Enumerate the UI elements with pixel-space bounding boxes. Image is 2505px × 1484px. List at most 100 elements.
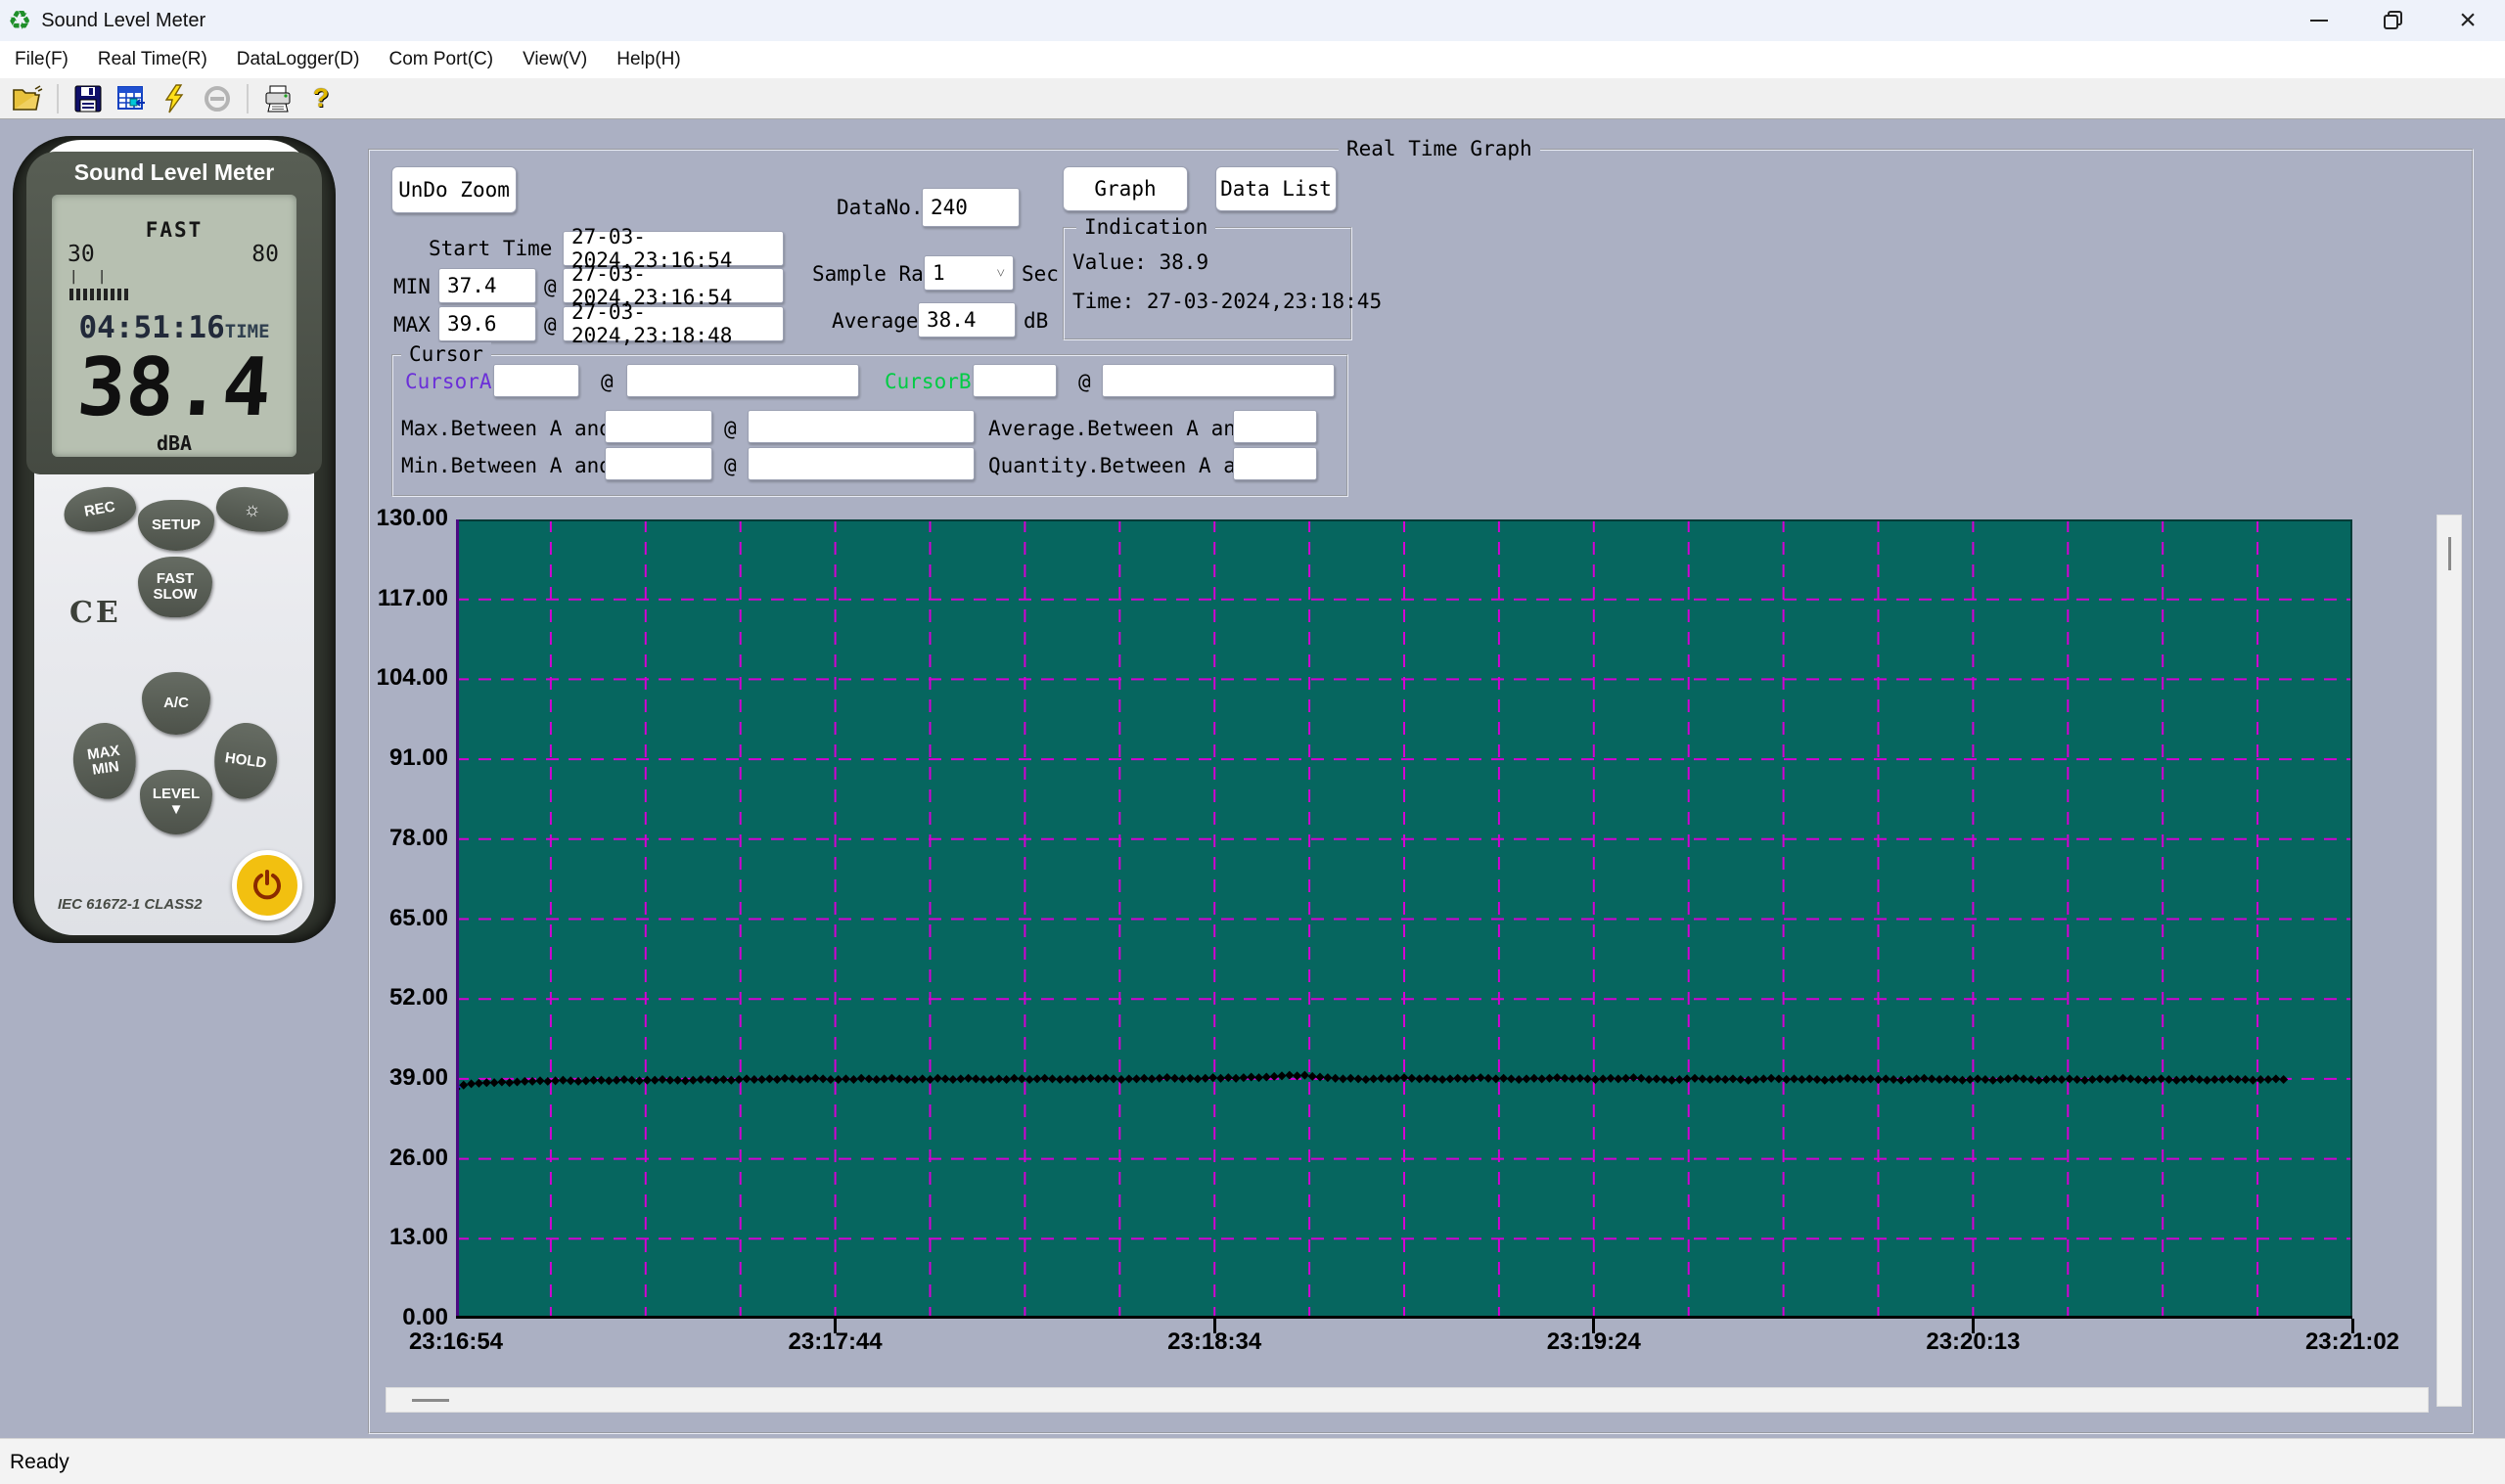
menu-help[interactable]: Help(H) [602,49,695,70]
close-icon: × [2459,6,2477,35]
indication-value-label: Value: 38.9 [1072,250,1208,274]
chevron-down-icon: ˅ [997,264,1005,283]
x-axis-tick [834,1319,837,1333]
cursor-a-label: CursorA [405,370,492,393]
minimize-button[interactable] [2282,0,2356,41]
print-button[interactable] [260,82,296,115]
stop-button-disabled [200,82,235,115]
realtime-plot[interactable] [456,519,2352,1319]
realtime-connect-button[interactable] [157,82,192,115]
lcd-scale-high: 80 [251,242,279,267]
ce-mark: CE [69,596,121,630]
max-time-field[interactable]: 27-03-2024,23:18:48 [563,306,784,341]
printer-icon [263,85,293,112]
graph-button[interactable]: Graph [1063,166,1188,211]
y-tick-label: 78.00 [339,825,448,852]
sample-rate-select[interactable]: 1˅ [924,255,1014,291]
cursor-a-at: @ [601,370,614,393]
panel-title: Real Time Graph [1339,137,1540,160]
indication-time: 27-03-2024,23:18:45 [1147,290,1382,313]
indication-title: Indication [1076,215,1215,239]
app-logo-icon: ♻ [8,8,31,34]
menu-real-time[interactable]: Real Time(R) [83,49,222,70]
lcd-clock-label: TIME [225,321,270,342]
device-standard-label: IEC 61672-1 CLASS2 [58,896,203,913]
statusbar: Ready [0,1438,2505,1484]
qty-between-value-field[interactable] [1233,447,1317,480]
cursor-a-time-field[interactable] [626,364,859,397]
indication-time-label: Time: 27-03-2024,23:18:45 [1072,290,1382,313]
max-value-field[interactable]: 39.6 [438,306,536,341]
avg-between-value-field[interactable] [1233,410,1317,443]
min-label: MIN [393,275,431,298]
min-time-field[interactable]: 27-03-2024,23:16:54 [563,268,784,303]
device-screen-bezel: Sound Level Meter FAST 30 80 | | 04:51:1… [26,152,322,474]
menu-file[interactable]: File(F) [0,49,83,70]
start-time-field[interactable]: 27-03-2024,23:16:54 [563,231,784,266]
min-value-field[interactable]: 37.4 [438,268,536,303]
menu-view[interactable]: View(V) [508,49,602,70]
help-button[interactable]: ? [303,82,339,115]
lcd-reading: 38.4 [49,341,300,434]
average-label: Average [832,309,919,333]
data-no-field[interactable]: 240 [922,188,1020,227]
x-axis-tick [2351,1319,2354,1333]
open-button[interactable] [10,82,45,115]
open-folder-icon [12,85,43,112]
device-brand: Sound Level Meter [26,159,322,186]
data-list-button[interactable]: Data List [1215,166,1337,211]
menu-datalogger[interactable]: DataLogger(D) [222,49,375,70]
h-scroll-thumb[interactable] [412,1399,449,1402]
max-between-time-field[interactable] [748,410,975,443]
plot-vertical-scrollbar[interactable] [2437,515,2462,1407]
help-icon: ? [313,83,330,113]
y-tick-label: 13.00 [339,1224,448,1251]
app-window: ♻ Sound Level Meter × File(F) Real Time(… [0,0,2505,1484]
indication-value: 38.9 [1160,250,1209,274]
titlebar: ♻ Sound Level Meter × [0,0,2505,41]
v-scroll-thumb[interactable] [2448,537,2451,570]
lcd-unit: dBA [52,431,296,455]
min-between-value-field[interactable] [605,447,712,480]
min-between-label: Min.Between A and B [401,454,636,477]
y-tick-label: 130.00 [339,505,448,532]
menu-com-port[interactable]: Com Port(C) [374,49,508,70]
cursor-b-value-field[interactable] [973,364,1057,397]
average-unit: dB [1024,309,1048,333]
stop-icon [204,85,231,112]
min-between-at: @ [724,454,737,477]
close-button[interactable]: × [2431,0,2505,41]
lcd-scale-low: 30 [68,242,95,267]
minimize-icon [2310,20,2328,22]
cursor-b-time-field[interactable] [1102,364,1335,397]
average-field[interactable]: 38.4 [918,302,1016,337]
datalogger-button[interactable] [114,82,149,115]
y-tick-label: 104.00 [339,664,448,692]
save-floppy-icon [74,85,102,112]
cursor-title: Cursor [401,342,491,366]
power-icon [250,869,284,902]
save-button[interactable] [70,82,106,115]
lcd-mode: FAST [52,218,296,242]
lcd-scale-ticks: | | [69,269,112,285]
y-tick-label: 26.00 [339,1145,448,1172]
max-between-value-field[interactable] [605,410,712,443]
undo-zoom-button[interactable]: UnDo Zoom [391,166,517,213]
y-tick-label: 52.00 [339,984,448,1012]
min-between-time-field[interactable] [748,447,975,480]
restore-button[interactable] [2356,0,2431,41]
status-text: Ready [10,1451,69,1474]
cursor-b-at: @ [1078,370,1091,393]
cursor-b-label: CursorB [885,370,972,393]
plot-horizontal-scrollbar[interactable] [386,1387,2429,1413]
max-between-at: @ [724,417,737,440]
restore-icon [2383,10,2404,31]
y-tick-label: 91.00 [339,744,448,772]
toolbar: ? [0,78,2505,119]
max-between-label: Max.Between A and B [401,417,636,440]
cursor-a-value-field[interactable] [493,364,579,397]
y-tick-label: 39.00 [339,1064,448,1092]
toolbar-separator [247,84,249,113]
menubar: File(F) Real Time(R) DataLogger(D) Com P… [0,41,2505,78]
device-photo: Sound Level Meter FAST 30 80 | | 04:51:1… [13,136,336,943]
